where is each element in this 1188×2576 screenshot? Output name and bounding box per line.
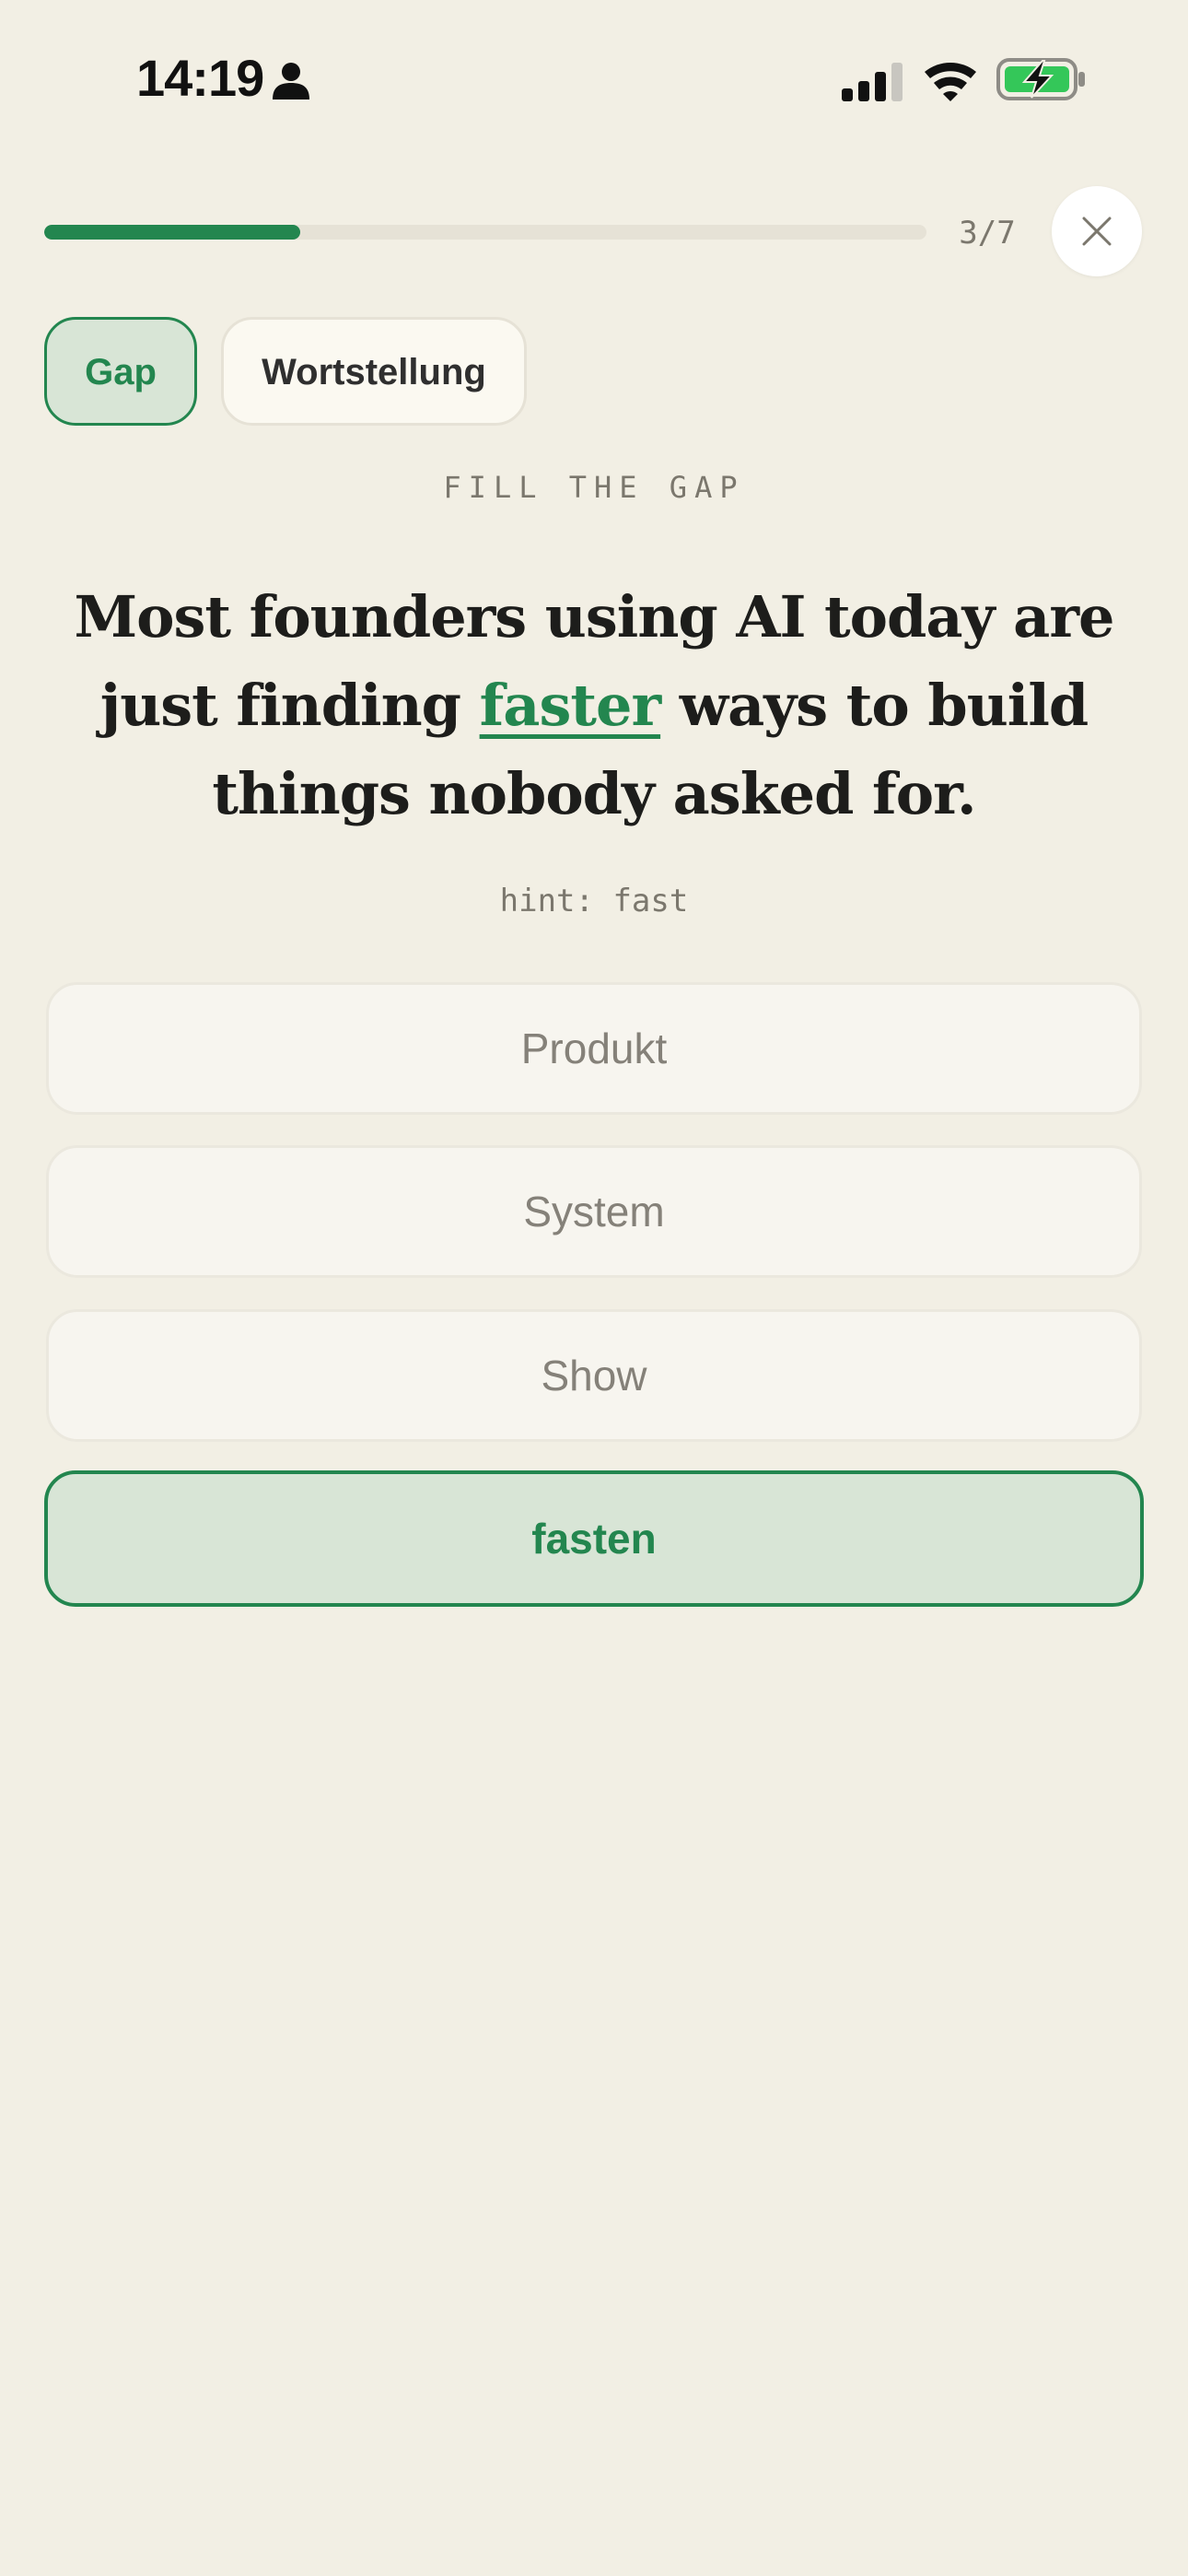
option-system[interactable]: System <box>46 1145 1142 1278</box>
gap-word: faster <box>479 672 661 739</box>
option-show[interactable]: Show <box>46 1309 1142 1442</box>
close-icon <box>1082 217 1112 246</box>
close-button[interactable] <box>1052 186 1142 276</box>
status-time: 14:19 <box>136 49 264 107</box>
progress-bar <box>44 225 926 240</box>
option-produkt[interactable]: Produkt <box>46 982 1142 1115</box>
hint-text: hint: fast <box>499 883 689 919</box>
person-icon <box>273 63 309 100</box>
progress-counter: 3/7 <box>959 215 1016 252</box>
cellular-signal-icon <box>842 63 903 101</box>
exercise-sentence: Most founders using AI today are just fi… <box>55 573 1133 838</box>
option-fasten-selected[interactable]: fasten <box>44 1470 1144 1607</box>
tab-wortstellung[interactable]: Wortstellung <box>221 317 527 426</box>
tab-gap[interactable]: Gap <box>44 317 197 426</box>
progress-bar-fill <box>44 225 300 240</box>
battery-charging-icon <box>996 58 1085 100</box>
exercise-instruction: FILL THE GAP <box>443 470 745 505</box>
wifi-icon <box>925 62 976 101</box>
status-bar: 14:19 <box>0 0 1188 157</box>
